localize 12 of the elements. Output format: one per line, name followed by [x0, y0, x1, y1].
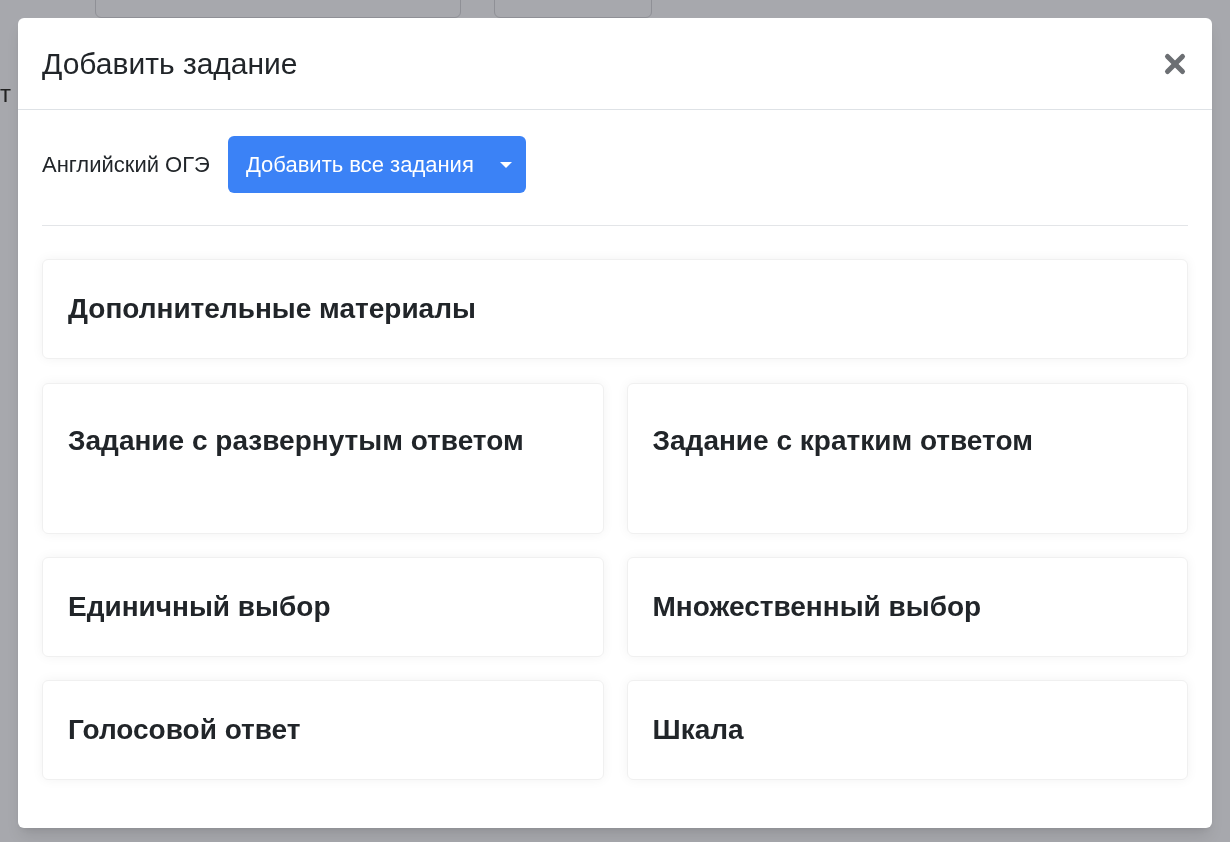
add-all-button[interactable]: Добавить все задания — [227, 136, 526, 193]
task-type-card[interactable]: Задание с развернутым ответом — [42, 383, 604, 534]
dialog-title: Добавить задание — [42, 46, 298, 82]
task-type-card[interactable]: Шкала — [626, 680, 1188, 780]
task-type-card[interactable]: Дополнительные материалы — [42, 259, 1188, 359]
task-type-card[interactable]: Голосовой ответ — [42, 680, 604, 780]
task-type-card[interactable]: Множественный выбор — [626, 557, 1188, 657]
task-type-card[interactable]: Единичный выбор — [42, 557, 604, 657]
backdrop-text: т — [0, 79, 11, 109]
subject-label: Английский ОГЭ — [42, 151, 210, 179]
caret-icon — [499, 161, 512, 168]
task-type-card[interactable]: Задание с кратким ответом — [626, 383, 1188, 534]
